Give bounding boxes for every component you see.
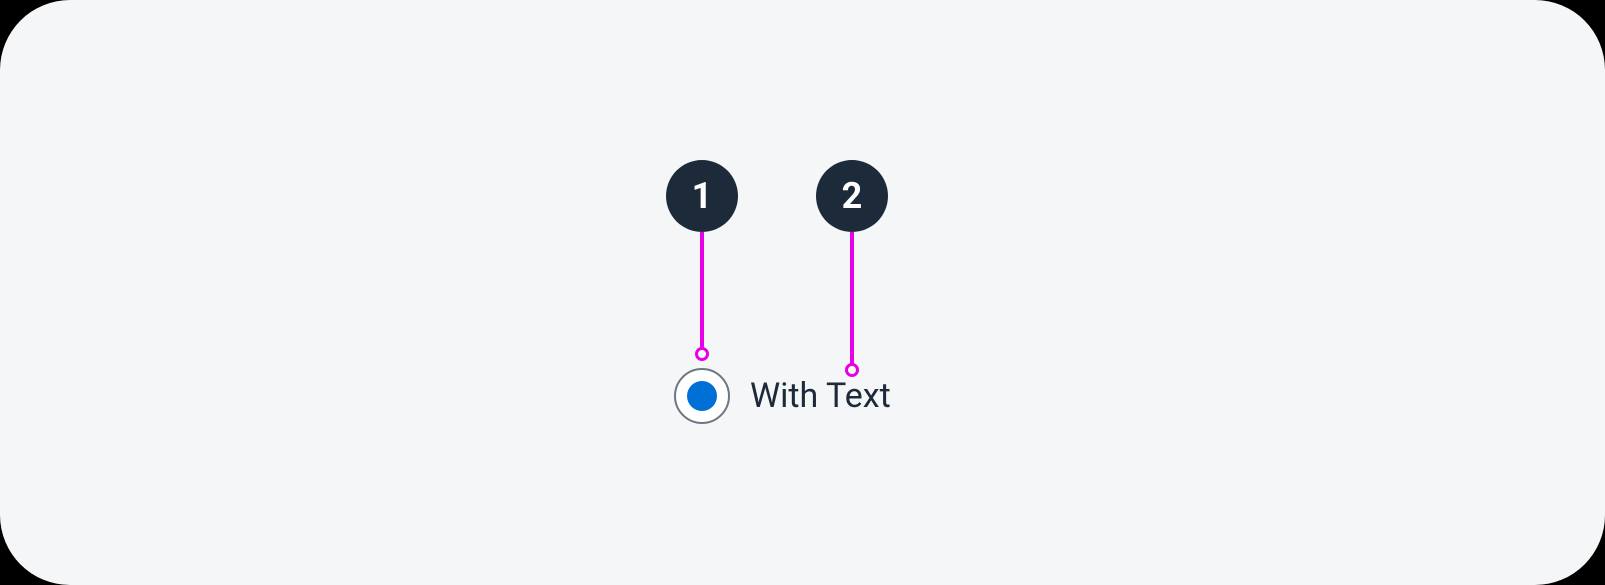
annotation-leader-tip-1 (695, 347, 709, 361)
diagram-canvas: 1 2 With Text (0, 0, 1605, 585)
radio-button-icon (674, 368, 730, 424)
radio-button-dot-icon (687, 381, 717, 411)
annotation-marker-1-number: 1 (692, 175, 713, 217)
annotation-marker-2-number: 2 (842, 175, 863, 217)
annotation-marker-1: 1 (666, 160, 738, 232)
annotation-marker-2: 2 (816, 160, 888, 232)
annotation-leader-1 (700, 232, 704, 350)
radio-with-text[interactable]: With Text (674, 368, 891, 424)
radio-label: With Text (750, 379, 891, 413)
annotation-leader-2 (850, 232, 854, 366)
